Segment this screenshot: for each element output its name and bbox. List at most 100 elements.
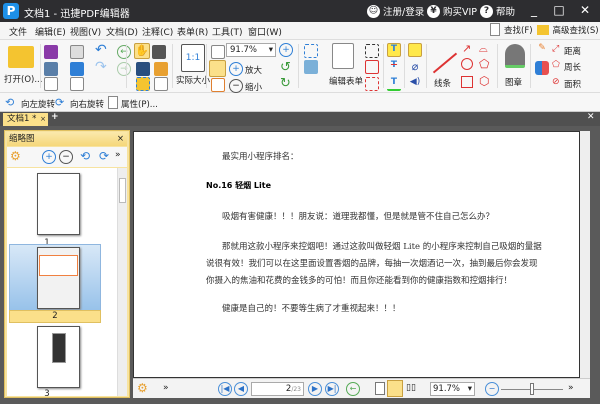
save-icon[interactable] (44, 45, 58, 59)
hand-tool-icon[interactable]: ✋ (134, 43, 150, 59)
first-page-icon[interactable]: |◀ (218, 382, 232, 396)
snapshot-icon[interactable] (152, 45, 166, 59)
settings-gear-icon[interactable]: ⚙ (137, 381, 148, 395)
status-zoom-select[interactable]: 91.7% ▾ (430, 382, 475, 396)
callout-icon[interactable] (365, 77, 379, 91)
rotate-ccw-icon[interactable]: ↺ (280, 60, 291, 75)
go-back-icon[interactable]: ← (346, 382, 360, 396)
perimeter-button[interactable]: 周长 (564, 61, 581, 73)
text-box-icon[interactable] (365, 44, 379, 58)
minimize-button[interactable]: _ (525, 3, 543, 17)
shrink-thumbnail-icon[interactable]: − (59, 150, 73, 164)
fit-visible-icon[interactable] (211, 78, 225, 92)
distance-button[interactable]: 距离 (564, 45, 581, 57)
zoom-out-button[interactable]: 缩小 (245, 81, 262, 93)
document-scrollbar[interactable] (580, 131, 590, 378)
fit-width-icon[interactable] (209, 60, 226, 77)
document-page[interactable]: 最实用小程序排名： No.16 轻烟 Lite 吸烟有害健康！！！朋友说：道理我… (133, 131, 580, 378)
polygon-icon[interactable]: ⬠ (479, 57, 489, 71)
enlarge-thumbnail-icon[interactable]: + (42, 150, 56, 164)
print-icon[interactable] (44, 62, 58, 76)
rectangle-icon[interactable] (461, 76, 473, 88)
thumbnail-page-1[interactable] (37, 173, 80, 235)
menu-edit[interactable]: 编辑(E) (35, 25, 66, 38)
pencil-icon[interactable]: ✎ (535, 43, 549, 57)
maximize-button[interactable]: □ (550, 3, 568, 17)
lines-button[interactable]: 线条 (434, 77, 451, 89)
close-document-icon[interactable]: ✕ (587, 112, 595, 122)
rotate-thumb-left-icon[interactable]: ⟲ (80, 149, 90, 163)
close-button[interactable]: ✕ (576, 3, 594, 17)
page-number-input[interactable]: 2/23 (251, 382, 304, 396)
settings-gear-icon[interactable]: ⚙ (10, 149, 21, 163)
actual-size-icon[interactable]: 1:1 (181, 44, 205, 72)
strikeout-icon[interactable]: T (387, 60, 401, 74)
edit-form-button[interactable]: 编辑表单 (329, 75, 363, 87)
eraser-icon[interactable] (535, 61, 549, 75)
export-icon[interactable] (44, 77, 58, 91)
back-icon[interactable]: ← (117, 45, 131, 59)
undo-icon[interactable]: ↶ (95, 42, 107, 58)
zoom-out-icon[interactable]: − (229, 79, 243, 93)
rotate-cw-icon[interactable]: ↻ (280, 76, 291, 91)
zoom-slider-handle[interactable] (530, 383, 534, 395)
tab-document-1[interactable]: 文档1 * × (3, 113, 48, 126)
forward-icon[interactable]: → (117, 62, 131, 76)
last-page-icon[interactable]: ▶| (325, 382, 339, 396)
advanced-find-button[interactable]: 高级查找(S) (553, 24, 599, 36)
thumbnail-page-2[interactable] (37, 247, 80, 309)
login-button[interactable]: ☺ 注册/登录 (367, 4, 424, 18)
stamp-icon[interactable] (505, 44, 525, 68)
help-button[interactable]: ? 帮助 (480, 4, 515, 18)
zoom-select[interactable]: 91.7% ▾ (226, 43, 276, 57)
rotate-thumb-right-icon[interactable]: ⟳ (99, 149, 109, 163)
continuous-page-icon[interactable] (387, 380, 403, 397)
rotate-right-button[interactable]: 向右旋转 (70, 98, 104, 110)
zoom-out-icon[interactable]: − (485, 382, 499, 396)
vip-button[interactable]: ¥ 购买VIP (427, 4, 477, 18)
select-text-icon[interactable] (136, 62, 150, 76)
text-field-icon[interactable] (304, 44, 318, 58)
prev-page-icon[interactable]: ◀ (234, 382, 248, 396)
area-button[interactable]: 面积 (564, 78, 581, 90)
menu-window[interactable]: 窗口(W) (248, 25, 282, 38)
properties-button[interactable]: 属性(P)... (121, 98, 158, 110)
find-button[interactable]: 查找(F) (504, 24, 533, 36)
polyline-icon[interactable]: ⌓ (479, 42, 488, 56)
sound-icon[interactable]: ◀) (408, 77, 422, 91)
menu-file[interactable]: 文件 (9, 25, 27, 38)
menu-document[interactable]: 文档(D) (106, 25, 138, 38)
actual-size-button[interactable]: 实际大小 (176, 74, 210, 86)
single-page-icon[interactable] (375, 382, 385, 395)
highlight-icon[interactable]: T (387, 43, 401, 57)
underline-icon[interactable]: T (387, 77, 401, 91)
rotate-left-button[interactable]: 向左旋转 (21, 98, 55, 110)
redo-icon[interactable]: ↷ (95, 59, 107, 75)
fit-page-icon[interactable] (211, 45, 225, 59)
thumbnail-scrollbar[interactable] (117, 168, 127, 396)
image-insert-icon[interactable] (304, 60, 318, 74)
more-icon[interactable]: » (163, 383, 169, 393)
ellipse-icon[interactable] (461, 58, 473, 70)
open-folder-icon[interactable] (8, 46, 34, 68)
more-icon[interactable]: » (568, 383, 574, 393)
menu-view[interactable]: 视图(V) (70, 25, 101, 38)
two-page-icon[interactable]: ▯▯ (406, 383, 416, 393)
stamp-button[interactable]: 图章 (505, 76, 522, 88)
magnifier-icon[interactable]: + (279, 43, 293, 57)
open-button[interactable]: 打开(O)... (4, 73, 42, 85)
note-icon[interactable] (408, 43, 422, 57)
close-panel-icon[interactable]: × (117, 132, 124, 146)
line-icon[interactable] (432, 52, 458, 74)
thumbnail-page-3[interactable] (37, 326, 80, 388)
menu-tools[interactable]: 工具(T) (212, 25, 243, 38)
new-tab-button[interactable]: + (51, 112, 59, 122)
arrow-icon[interactable]: ↗ (462, 42, 471, 55)
select-area-icon[interactable] (136, 77, 150, 91)
menu-form[interactable]: 表单(R) (177, 25, 208, 38)
email-icon[interactable] (70, 45, 84, 59)
zoom-in-icon[interactable]: + (229, 62, 243, 76)
next-page-icon[interactable]: ▶ (308, 382, 322, 396)
menu-comment[interactable]: 注释(C) (142, 25, 173, 38)
typewriter-icon[interactable] (365, 60, 379, 74)
